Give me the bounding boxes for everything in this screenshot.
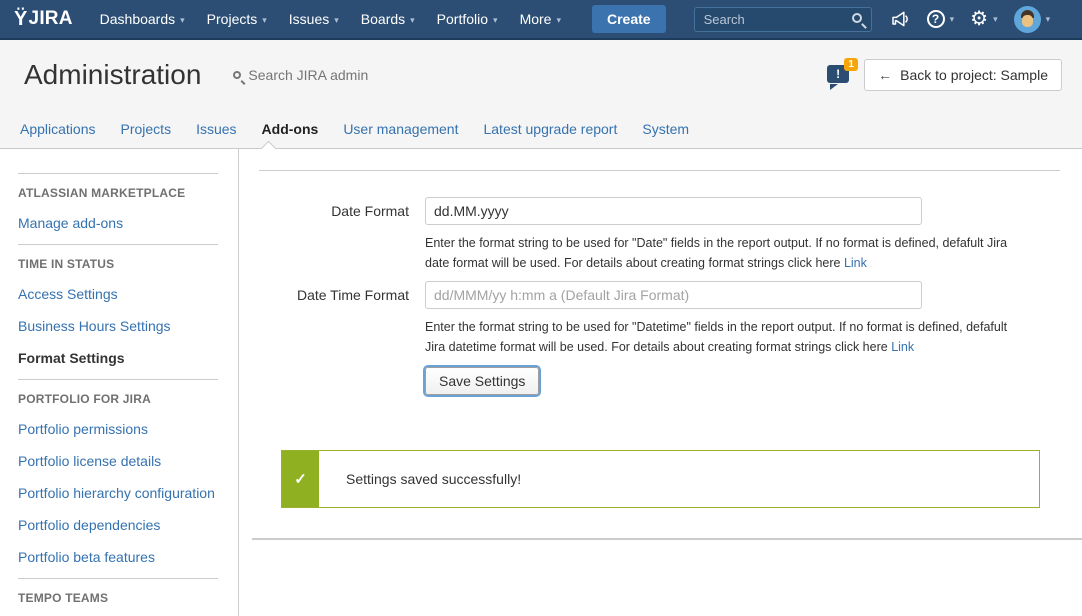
divider: [18, 578, 218, 579]
tab-user-management[interactable]: User management: [343, 121, 458, 137]
global-search: [694, 7, 872, 32]
global-search-input[interactable]: [694, 7, 872, 32]
tab-applications[interactable]: Applications: [20, 121, 96, 137]
back-to-project-button[interactable]: ←Back to project: Sample: [864, 59, 1062, 91]
date-time-format-help-link[interactable]: Link: [891, 340, 914, 354]
sidebar-item-manage-add-ons[interactable]: Manage add-ons: [18, 214, 218, 232]
chevron-down-icon: ▾: [493, 15, 498, 25]
date-format-help: Enter the format string to be used for "…: [425, 233, 1019, 273]
chevron-down-icon: ▾: [993, 14, 998, 25]
page-title: Administration: [24, 59, 201, 91]
divider: [18, 173, 218, 174]
navbar-icon-group: ?▾ ⚙▾ ▾: [890, 6, 1051, 33]
back-arrow-icon: ←: [878, 67, 892, 83]
sidebar-item-access-settings[interactable]: Access Settings: [18, 285, 218, 303]
admin-settings-menu[interactable]: ⚙▾: [970, 9, 997, 29]
save-settings-button[interactable]: Save Settings: [425, 367, 539, 395]
nav-more[interactable]: More▾: [520, 11, 561, 27]
admin-tabbar: Applications Projects Issues Add-ons Use…: [0, 110, 1082, 149]
sidebar-item-portfolio-dependencies[interactable]: Portfolio dependencies: [18, 516, 218, 534]
tab-issues[interactable]: Issues: [196, 121, 236, 137]
divider: [18, 379, 218, 380]
date-format-help-link[interactable]: Link: [844, 256, 867, 270]
admin-header: Administration ! 1 ←Back to project: Sam…: [0, 40, 1082, 110]
help-menu[interactable]: ?▾: [927, 10, 955, 28]
divider: [252, 538, 1082, 540]
jira-logo[interactable]: ŸJIRA: [14, 8, 73, 31]
date-format-input[interactable]: [425, 197, 922, 225]
user-menu[interactable]: ▾: [1014, 6, 1051, 33]
success-message-text: Settings saved successfully!: [319, 451, 521, 507]
admin-search-input[interactable]: [248, 67, 398, 83]
sidebar-heading-atlassian-marketplace: ATLASSIAN MARKETPLACE: [18, 186, 218, 200]
sidebar-item-business-hours-settings[interactable]: Business Hours Settings: [18, 317, 218, 335]
nav-boards[interactable]: Boards▾: [361, 11, 415, 27]
tab-latest-upgrade-report[interactable]: Latest upgrade report: [483, 121, 617, 137]
sidebar-heading-portfolio-for-jira: PORTFOLIO FOR JIRA: [18, 392, 218, 406]
main-panel: Date Format Enter the format string to b…: [239, 149, 1082, 616]
notifications-icon[interactable]: ! 1: [827, 65, 851, 85]
date-time-format-label: Date Time Format: [259, 281, 409, 309]
sidebar-item-portfolio-hierarchy-configuration[interactable]: Portfolio hierarchy configuration: [18, 484, 218, 502]
divider: [18, 244, 218, 245]
megaphone-icon: [890, 9, 911, 29]
date-time-format-row: Date Time Format: [259, 281, 1060, 309]
sidebar-item-format-settings[interactable]: Format Settings: [18, 349, 218, 367]
tab-system[interactable]: System: [642, 121, 689, 137]
date-time-format-help: Enter the format string to be used for "…: [425, 317, 1019, 357]
divider: [259, 170, 1060, 171]
jira-logo-mark: Ÿ: [14, 8, 28, 31]
chevron-down-icon: ▾: [262, 15, 267, 25]
sidebar-heading-time-in-status: TIME IN STATUS: [18, 257, 218, 271]
chevron-down-icon: ▾: [950, 14, 955, 25]
admin-search: [233, 67, 398, 83]
chevron-down-icon: ▾: [410, 15, 415, 25]
sidebar-item-portfolio-license-details[interactable]: Portfolio license details: [18, 452, 218, 470]
nav-projects[interactable]: Projects▾: [207, 11, 267, 27]
nav-portfolio[interactable]: Portfolio▾: [437, 11, 498, 27]
top-navbar: ŸJIRA Dashboards▾ Projects▾ Issues▾ Boar…: [0, 0, 1082, 40]
tab-projects[interactable]: Projects: [121, 121, 172, 137]
sidebar: ATLASSIAN MARKETPLACE Manage add-ons TIM…: [0, 149, 239, 616]
content-area: ATLASSIAN MARKETPLACE Manage add-ons TIM…: [0, 149, 1082, 616]
chevron-down-icon: ▾: [180, 15, 185, 25]
tab-add-ons[interactable]: Add-ons: [262, 121, 319, 137]
announcements-icon[interactable]: [890, 9, 911, 29]
gear-icon: ⚙: [970, 9, 988, 29]
chevron-down-icon: ▾: [334, 15, 339, 25]
search-icon[interactable]: [852, 13, 862, 23]
chevron-down-icon: ▾: [556, 15, 561, 25]
nav-issues[interactable]: Issues▾: [289, 11, 339, 27]
sidebar-heading-tempo-teams: TEMPO TEAMS: [18, 591, 218, 605]
success-message: ✓ Settings saved successfully!: [281, 450, 1040, 508]
jira-logo-text: JIRA: [29, 8, 73, 30]
header-right-group: ! 1 ←Back to project: Sample: [827, 59, 1062, 91]
check-icon: ✓: [282, 451, 319, 507]
chevron-down-icon: ▾: [1046, 14, 1051, 25]
date-format-label: Date Format: [259, 197, 409, 225]
notification-badge: 1: [844, 58, 858, 71]
search-icon: [233, 71, 241, 79]
sidebar-item-portfolio-beta-features[interactable]: Portfolio beta features: [18, 548, 218, 566]
help-icon: ?: [927, 10, 945, 28]
avatar: [1014, 6, 1041, 33]
nav-dashboards[interactable]: Dashboards▾: [100, 11, 185, 27]
date-time-format-input[interactable]: [425, 281, 922, 309]
create-button[interactable]: Create: [592, 5, 666, 33]
date-format-row: Date Format: [259, 197, 1060, 225]
sidebar-item-portfolio-permissions[interactable]: Portfolio permissions: [18, 420, 218, 438]
